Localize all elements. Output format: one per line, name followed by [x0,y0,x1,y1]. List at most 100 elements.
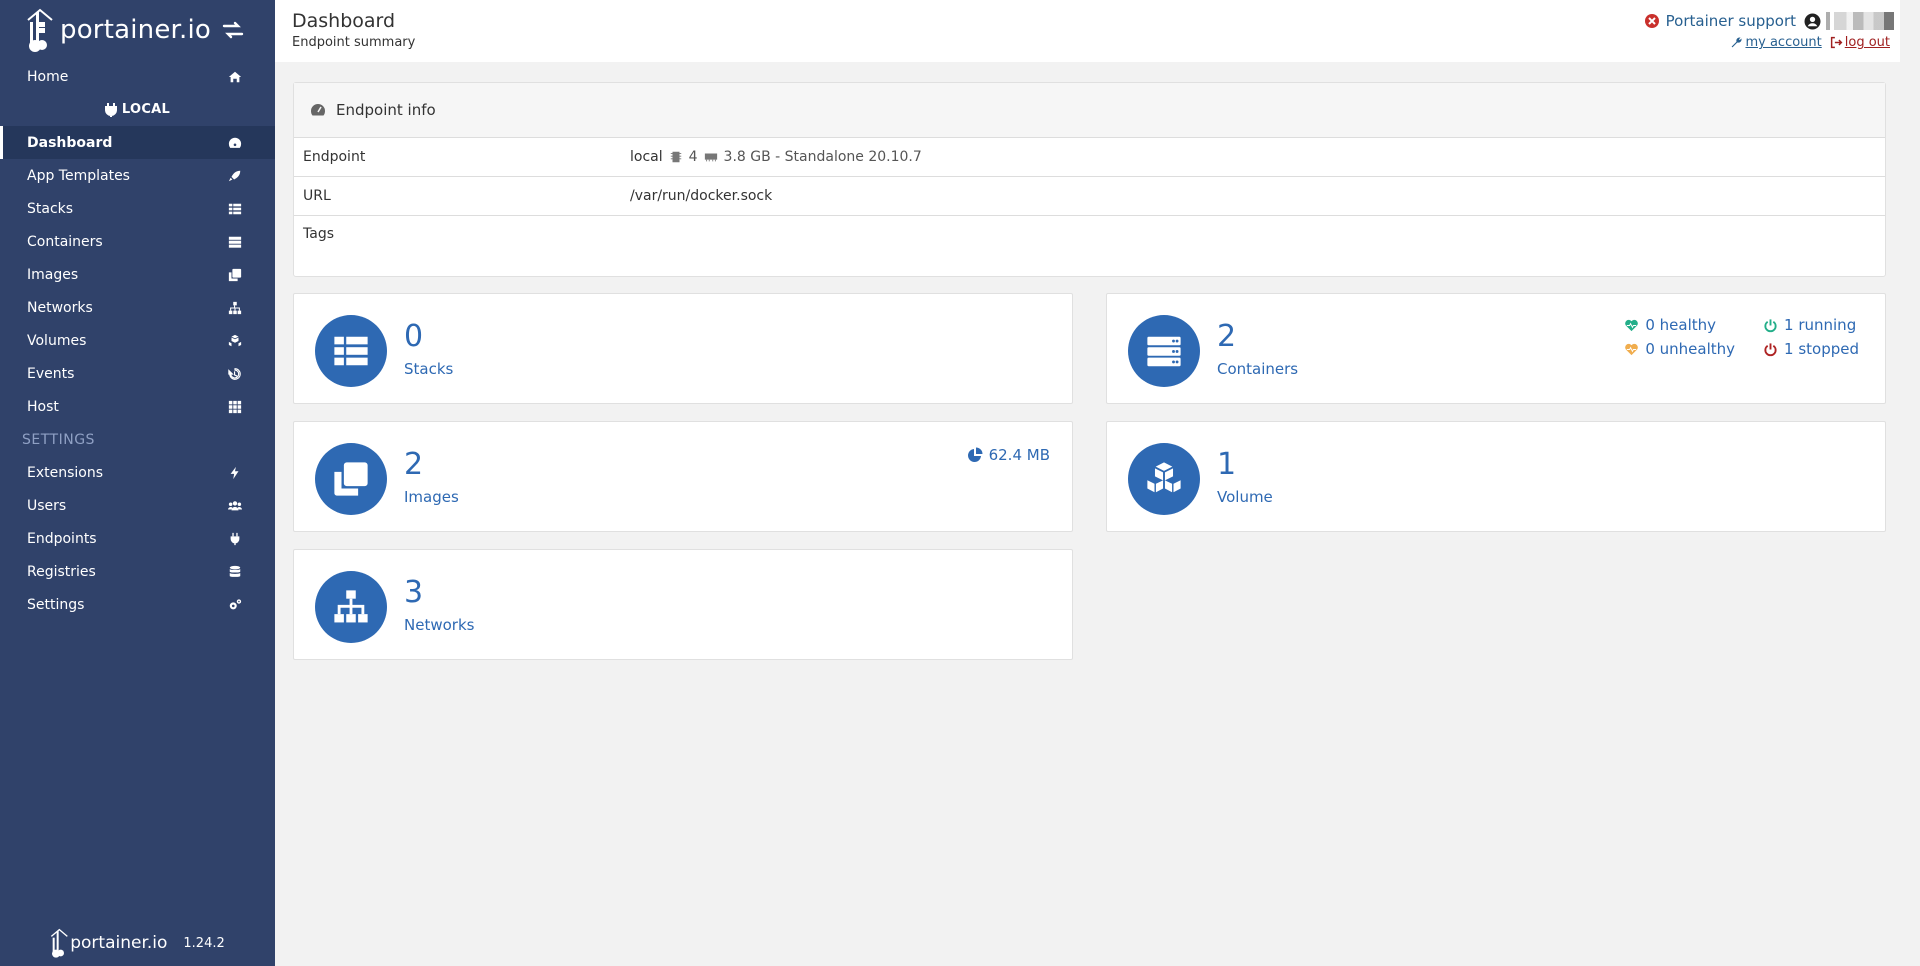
url-value: /var/run/docker.sock [630,188,773,204]
toggle-sidebar-icon[interactable] [221,18,245,42]
brand-text: portainer.io [60,15,212,45]
sidebar-item-label: Settings [27,596,85,613]
endpoint-info-widget: Endpoint info Endpoint local 4 3.8 GB - … [293,82,1886,277]
networks-count: 3 [404,575,424,610]
volumes-tile[interactable]: 1 Volume [1106,421,1886,532]
sidebar-item-containers[interactable]: Containers [0,225,275,258]
stopped-label: 1 stopped [1784,340,1859,358]
sidebar-item-networks[interactable]: Networks [0,291,275,324]
page-title: Dashboard [292,10,396,32]
logout-link[interactable]: log out [1830,35,1890,50]
database-icon [227,564,243,580]
sidebar-item-stacks[interactable]: Stacks [0,192,275,225]
networks-tile[interactable]: 3 Networks [293,549,1073,660]
user-info [1804,12,1894,30]
footer-brand-text: portainer.io [70,933,168,953]
brand: portainer.io [0,0,275,60]
tags-key: Tags [303,226,334,242]
stacks-tile[interactable]: 0 Stacks [293,293,1073,404]
clone-icon [334,462,368,496]
tachometer-icon [310,104,326,116]
sidebar-item-label: Events [27,365,75,382]
images-label: Images [404,488,459,506]
sidebar-item-extensions[interactable]: Extensions [0,456,275,489]
running-label: 1 running [1784,316,1857,334]
volumes-circle [1128,443,1200,515]
endpoint-key: Endpoint [303,149,366,165]
endpoint-label: LOCAL [121,102,171,117]
sidebar-item-label: Dashboard [27,134,113,151]
account-links: my account log out [1730,35,1890,50]
sidebar-item-label: Images [27,266,79,283]
home-icon [227,69,243,85]
sidebar-item-app-templates[interactable]: App Templates [0,159,275,192]
microchip-icon [670,151,681,163]
logout-label: log out [1844,35,1890,50]
footer-brand: portainer.io 1.24.2 [0,928,275,958]
stacks-circle [315,315,387,387]
th-list-icon [334,336,368,366]
tachometer-icon [227,135,243,151]
memory-icon [704,153,717,162]
sidebar-item-events[interactable]: Events [0,357,275,390]
networks-label: Networks [404,616,475,634]
plug-icon [104,102,117,117]
containers-tile[interactable]: 2 Containers 0 healthy 1 running 0 unhea… [1106,293,1886,404]
power-icon [1764,342,1777,356]
sidebar-item-label: Host [27,398,59,415]
cpu-count: 4 [688,149,698,165]
sidebar-item-volumes[interactable]: Volumes [0,324,275,357]
wrench-icon [1732,37,1742,48]
sidebar-item-registries[interactable]: Registries [0,555,275,588]
user-circle-icon [1804,13,1821,29]
endpoint-name: local [630,149,663,165]
stacks-count: 0 [404,319,424,354]
sidebar-item-settings[interactable]: Settings [0,588,275,621]
page-header: Dashboard Endpoint summary Portainer sup… [275,0,1900,62]
cubes-icon [227,333,243,349]
healthy-label: 0 healthy [1645,316,1716,334]
stopped-stat: 1 stopped [1763,340,1859,358]
networks-circle [315,571,387,643]
sidebar-item-label: Users [27,497,67,514]
header-actions: Portainer support [1644,12,1894,30]
sidebar-endpoint-local: LOCAL [0,93,275,126]
images-tile[interactable]: 2 Images 62.4 MB [293,421,1073,532]
th-icon [227,399,243,415]
volumes-label: Volume [1217,488,1273,506]
container-status-grid: 0 healthy 1 running 0 unhealthy 1 stoppe… [1624,316,1859,358]
sidebar-item-home[interactable]: Home [0,60,275,93]
page-subtitle: Endpoint summary [292,35,416,50]
heartbeat-icon [1625,343,1639,355]
sidebar-item-label: Endpoints [27,530,97,547]
my-account-link[interactable]: my account [1730,35,1822,50]
running-stat: 1 running [1763,316,1859,334]
endpoint-value: local 4 3.8 GB - Standalone 20.10.7 [630,149,922,165]
pie-chart-icon [967,447,983,462]
sitemap-icon [227,300,243,316]
sidebar-settings-heading: SETTINGS [22,431,95,448]
containers-label: Containers [1217,360,1299,378]
url-key: URL [303,188,331,204]
sidebar-item-host[interactable]: Host [0,390,275,423]
endpoint-info-header: Endpoint info [294,83,1885,138]
sidebar-item-images[interactable]: Images [0,258,275,291]
sidebar-item-dashboard[interactable]: Dashboard [0,126,275,159]
portainer-logo-icon [27,8,53,52]
users-icon [227,498,243,514]
images-size: 62.4 MB [967,446,1050,464]
sidebar-item-endpoints[interactable]: Endpoints [0,522,275,555]
sidebar-item-label: App Templates [27,167,130,184]
tags-row: Tags [294,216,1885,276]
images-size-label: 62.4 MB [988,446,1050,464]
healthy-stat: 0 healthy [1624,316,1735,334]
cubes-icon [1147,462,1181,493]
sidebar-item-label: Extensions [27,464,104,481]
unhealthy-stat: 0 unhealthy [1624,340,1735,358]
portainer-support-link[interactable]: Portainer support [1644,12,1796,30]
portainer-logo[interactable]: portainer.io [26,8,211,52]
sidebar-item-users[interactable]: Users [0,489,275,522]
volumes-count: 1 [1217,447,1237,482]
history-icon [227,366,243,382]
memory-desc: 3.8 GB - Standalone 20.10.7 [723,149,922,165]
